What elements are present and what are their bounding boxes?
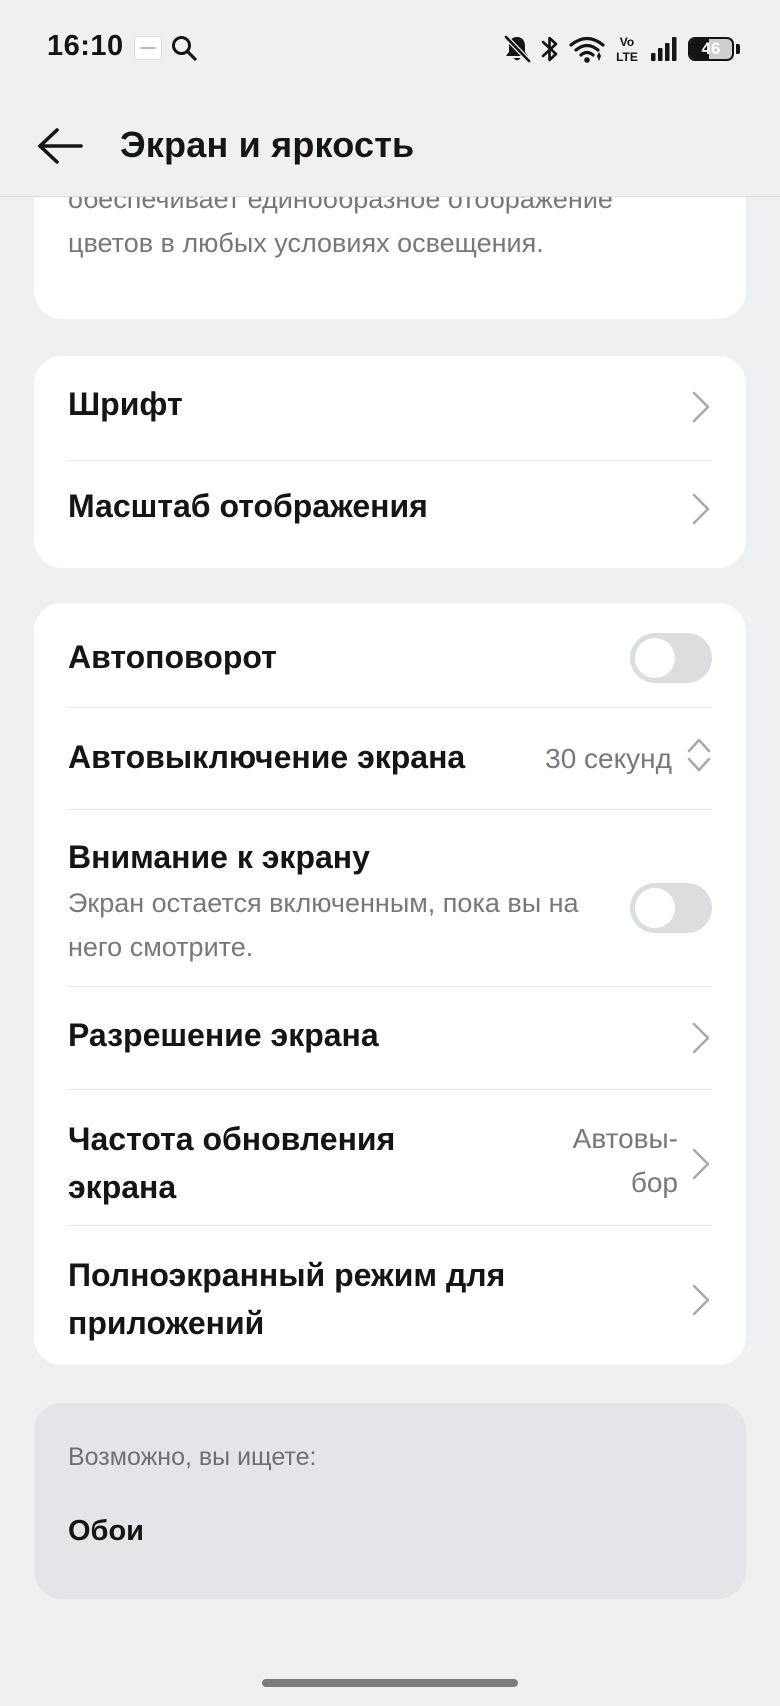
battery-icon: 46 (688, 37, 734, 61)
back-button[interactable] (30, 116, 90, 176)
wifi-icon (569, 36, 605, 63)
screen-attention-label: Внимание к экрану (68, 839, 370, 875)
screen-resolution-label: Разрешение экрана (68, 1017, 379, 1053)
row-divider (68, 707, 712, 708)
search-icon (172, 36, 197, 61)
row-divider (68, 809, 712, 810)
row-divider (68, 460, 712, 461)
auto-rotate-row[interactable]: Автоповорот (68, 633, 712, 687)
refresh-rate-row[interactable]: Частота обновления экрана Автовы- бор (68, 1115, 712, 1211)
app-header: Экран и яркость (0, 96, 780, 197)
screen-attention-toggle[interactable] (630, 883, 712, 933)
display-scale-row[interactable]: Масштаб отображения (68, 482, 712, 536)
battery-percent: 46 (701, 39, 721, 58)
bluetooth-icon (541, 36, 558, 62)
screen-timeout-row[interactable]: Автовыключение экрана 30 секунд (68, 733, 712, 789)
status-bar: 16:10 Vo LTE 46 (0, 0, 780, 96)
screen-resolution-row[interactable]: Разрешение экрана (68, 1011, 712, 1065)
chevron-right-icon (692, 493, 710, 525)
auto-rotate-label: Автоповорот (68, 639, 277, 675)
screen-timeout-value: 30 секунд (545, 743, 672, 774)
row-divider (68, 1089, 712, 1090)
chevron-right-icon (692, 1148, 710, 1180)
row-divider (68, 1225, 712, 1226)
display-settings-card: Автоповорот Автовыключение экрана 30 сек… (34, 603, 746, 1365)
suggestions-card: Возможно, вы ищете: Обои (34, 1403, 746, 1599)
font-row[interactable]: Шрифт (68, 380, 712, 434)
chevron-right-icon (692, 1022, 710, 1054)
refresh-rate-value-line1: Автовы- (572, 1123, 678, 1154)
row-divider (68, 986, 712, 987)
suggestion-wallpapers[interactable]: Обои (68, 1515, 144, 1548)
toggle-knob (635, 888, 675, 928)
volte-icon: Vo LTE (616, 35, 638, 64)
chevron-right-icon (692, 1284, 710, 1316)
display-scale-label: Масштаб отображения (68, 488, 428, 524)
fullscreen-apps-label-line1: Полноэкранный режим для (68, 1257, 506, 1293)
auto-rotate-toggle[interactable] (630, 633, 712, 683)
screen-attention-description: Экран остается включенным, пока вы на не… (68, 888, 579, 962)
signal-icon (651, 37, 677, 61)
notification-app-icon (134, 36, 162, 60)
arrow-left-icon (38, 128, 83, 164)
font-row-label: Шрифт (68, 386, 183, 422)
fullscreen-apps-label-line2: приложений (68, 1305, 265, 1341)
volte-bottom-text: LTE (616, 50, 638, 64)
suggestions-heading: Возможно, вы ищете: (68, 1443, 317, 1471)
status-time: 16:10 (47, 30, 124, 62)
chevron-right-icon (692, 391, 710, 423)
screen-attention-row[interactable]: Внимание к экрану Экран остается включен… (68, 833, 712, 981)
chevron-up-down-icon (687, 738, 711, 772)
toggle-knob (635, 638, 675, 678)
color-description-card: обеспечивает единообразное отображение ц… (34, 197, 746, 319)
settings-content[interactable]: обеспечивает единообразное отображение ц… (0, 197, 780, 1706)
fullscreen-apps-row[interactable]: Полноэкранный режим для приложений (68, 1251, 712, 1347)
volte-top-text: Vo (620, 35, 634, 49)
refresh-rate-value-line2: бор (630, 1167, 678, 1198)
battery-cap (736, 44, 740, 54)
status-icons: Vo LTE 46 (503, 30, 740, 68)
font-settings-card: Шрифт Масштаб отображения (34, 356, 746, 568)
refresh-rate-label-line2: экрана (68, 1169, 177, 1205)
color-description-text: обеспечивает единообразное отображение ц… (68, 197, 613, 258)
page-title: Экран и яркость (120, 124, 415, 165)
muted-bell-icon (504, 35, 531, 63)
home-indicator[interactable] (262, 1679, 518, 1687)
